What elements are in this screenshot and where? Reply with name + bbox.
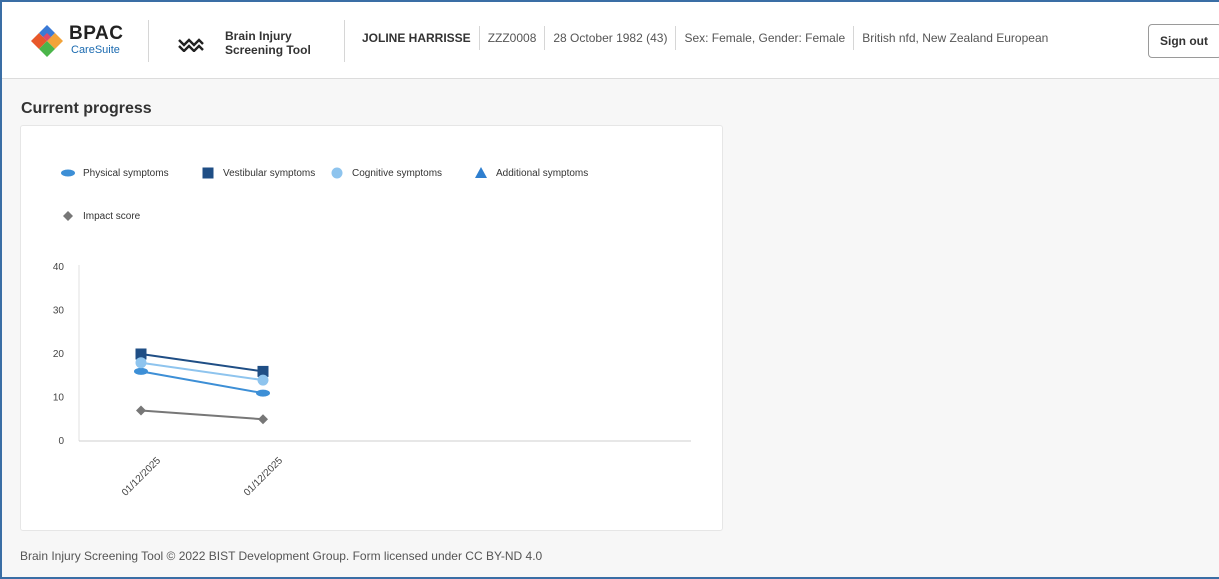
legend-label-physical-symptoms: Physical symptoms (83, 168, 169, 179)
series-line-cognitive-symptoms (140, 361, 264, 382)
patient-ethnicity: British nfd, New Zealand European (862, 31, 1049, 45)
data-point-cognitive-symptoms (257, 374, 269, 386)
progress-chart-card: Physical symptoms Vestibular symptoms Cogn… (20, 125, 723, 531)
y-tick-label: 30 (53, 306, 65, 317)
patient-sex-gender: Sex: Female, Gender: Female (676, 26, 855, 50)
y-tick-label: 40 (53, 262, 65, 273)
data-point-impact-score (136, 405, 146, 416)
sign-out-button[interactable]: Sign out (1148, 24, 1219, 58)
footer-licence: Brain Injury Screening Tool © 2022 BIST … (20, 549, 543, 563)
legend-label-vestibular-symptoms: Vestibular symptoms (223, 168, 315, 179)
page-title: Current progress (21, 100, 152, 117)
series-line-physical-symptoms (140, 370, 264, 395)
tool-name-line2: Screening Tool (225, 43, 311, 57)
legend-label-impact-score: Impact score (83, 211, 141, 222)
tool-name: Brain Injury Screening Tool (225, 29, 345, 57)
progress-chart: Physical symptoms Vestibular symptoms Cogn… (53, 167, 691, 499)
header-divider (148, 20, 149, 62)
y-tick-label: 20 (53, 349, 65, 360)
legend-marker-cognitive-symptoms (331, 167, 343, 179)
patient-dob: 28 October 1982 (43) (545, 26, 677, 50)
patient-name: JOLINE HARRISSE (362, 26, 480, 50)
header-divider (344, 20, 345, 62)
data-point-physical-symptoms (134, 367, 148, 375)
series-line-vestibular-symptoms (140, 353, 264, 373)
y-tick-label: 10 (53, 393, 65, 404)
data-point-impact-score (258, 414, 268, 425)
data-point-physical-symptoms (256, 389, 270, 397)
tool-name-line1: Brain Injury (225, 29, 292, 43)
bpac-diamond-icon (31, 25, 63, 57)
data-point-cognitive-symptoms (135, 357, 147, 369)
legend-marker-additional-symptoms (475, 167, 487, 178)
brain-wave-icon (178, 38, 204, 52)
legend-label-additional-symptoms: Additional symptoms (496, 168, 588, 179)
x-tick-label: 01/12/2025 (120, 455, 163, 498)
legend-marker-physical-symptoms (61, 169, 75, 177)
logo-title: BPAC (69, 23, 124, 44)
x-tick-label: 01/12/2025 (242, 455, 285, 498)
legend-marker-vestibular-symptoms (202, 167, 214, 179)
legend-marker-impact-score (63, 211, 73, 221)
y-tick-label: 0 (58, 436, 64, 447)
series-line-impact-score (140, 409, 264, 421)
legend-label-cognitive-symptoms: Cognitive symptoms (352, 168, 442, 179)
patient-nhi: ZZZ0008 (480, 26, 546, 50)
app-header: BPAC CareSuite Brain Injury Screening To… (2, 2, 1219, 79)
patient-banner: JOLINE HARRISSE ZZZ0008 28 October 1982 … (362, 26, 1056, 50)
logo-subtitle: CareSuite (71, 44, 120, 56)
